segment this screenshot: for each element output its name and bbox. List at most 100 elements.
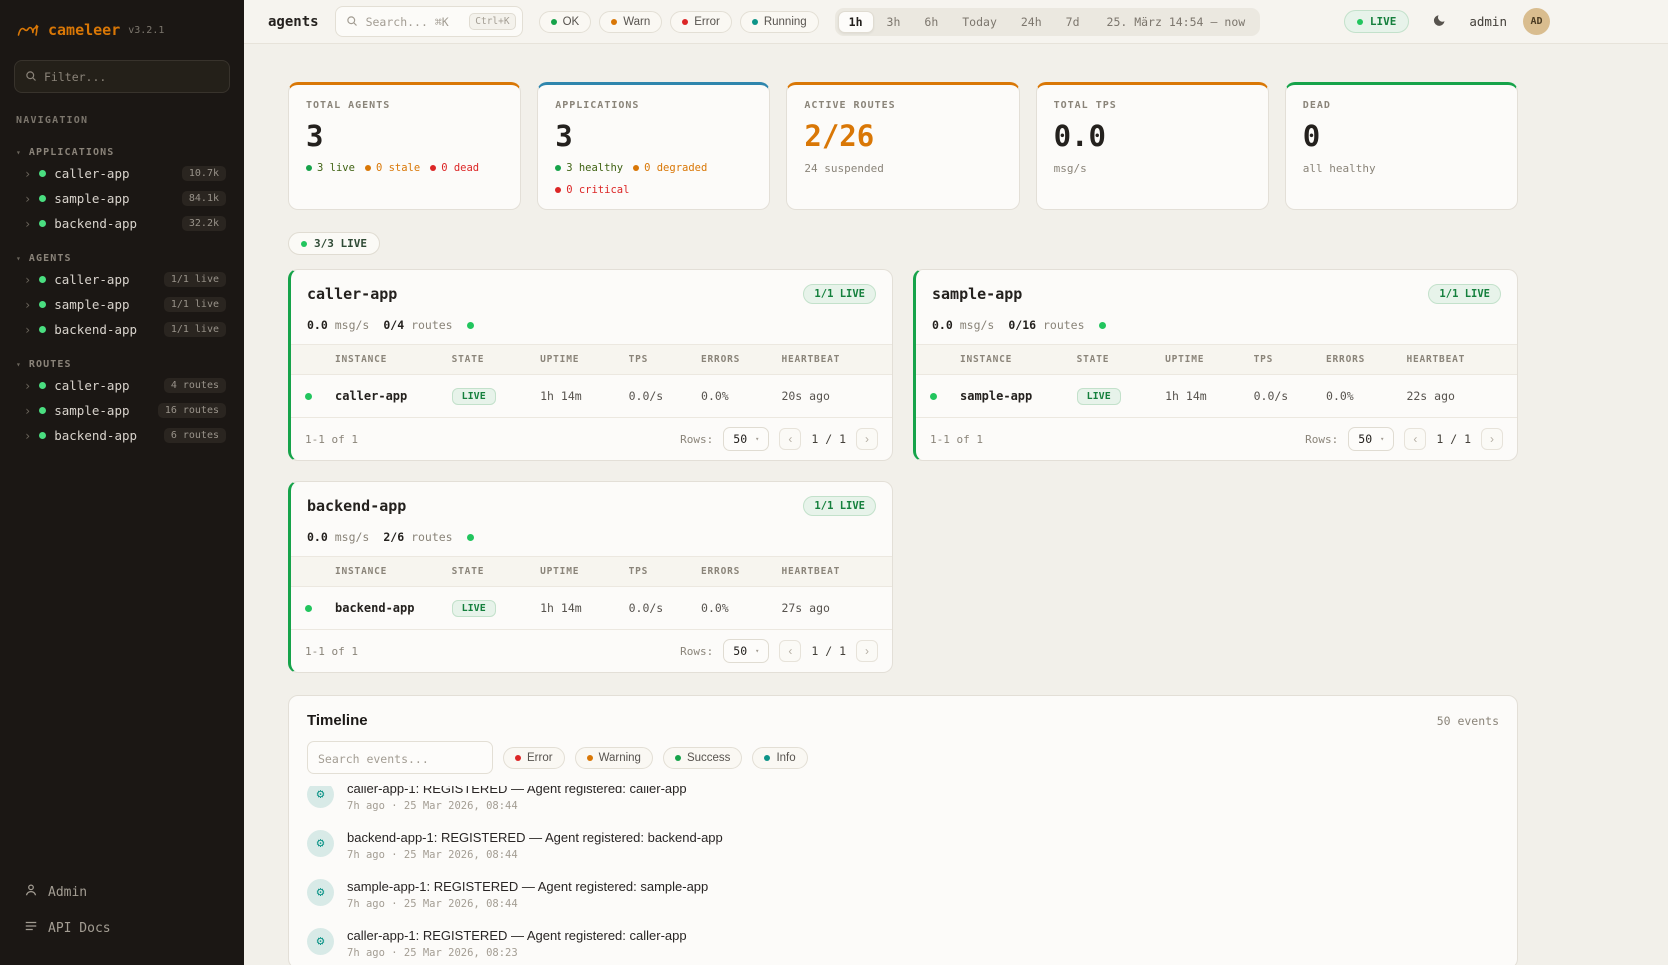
status-dot	[39, 220, 46, 227]
event-gear-icon: ⚙	[307, 928, 334, 955]
global-search[interactable]: Ctrl+K	[335, 6, 523, 37]
status-dot	[39, 301, 46, 308]
stat-card-total-agents: TOTAL AGENTS 3 3 live 0 stale 0 dead	[288, 82, 521, 210]
app-health-dot	[467, 534, 474, 541]
chevron-right-icon: ›	[24, 429, 31, 443]
event-title: caller-app-1: REGISTERED — Agent registe…	[347, 786, 687, 796]
instance-name: backend-app	[335, 601, 452, 615]
sidebar-item-label: sample-app	[54, 297, 129, 312]
top-bar: agents Ctrl+K OK Warn Error Ru	[244, 0, 1668, 44]
prev-page-button[interactable]: ‹	[779, 428, 801, 450]
sidebar-item-routes-caller-app[interactable]: › caller-app 4 routes	[14, 373, 230, 398]
section-header-agents[interactable]: ▾ AGENTS	[14, 250, 230, 267]
next-page-button[interactable]: ›	[856, 640, 878, 662]
timeline-event-count: 50 events	[1437, 714, 1499, 728]
sidebar-item-admin[interactable]: Admin	[18, 877, 226, 907]
timeline-chip-info[interactable]: Info	[752, 747, 807, 769]
sidebar-item-agents-backend-app[interactable]: › backend-app 1/1 live	[14, 317, 230, 342]
sidebar-filter[interactable]	[14, 60, 230, 93]
table-row[interactable]: caller-app LIVE 1h 14m 0.0/s 0.0% 20s ag…	[291, 375, 892, 417]
table-header: INSTANCESTATE UPTIMETPS ERRORSHEARTBEAT	[291, 557, 892, 587]
range-button-6h[interactable]: 6h	[913, 11, 949, 33]
dark-mode-toggle[interactable]	[1425, 8, 1453, 36]
stat-value: 2/26	[804, 119, 1001, 153]
range-button-7d[interactable]: 7d	[1055, 11, 1091, 33]
stat-label: ACTIVE ROUTES	[804, 100, 1001, 111]
app-stats-line: 0.0 msg/s 0/16 routes	[916, 314, 1517, 345]
sidebar-section-applications: ▾ APPLICATIONS › caller-app 10.7k › samp…	[14, 144, 230, 236]
filter-chip-error[interactable]: Error	[670, 11, 732, 33]
event-meta: 7h ago · 25 Mar 2026, 08:44	[347, 898, 708, 910]
table-row[interactable]: sample-app LIVE 1h 14m 0.0/s 0.0% 22s ag…	[916, 375, 1517, 417]
error-status-dot	[682, 19, 688, 25]
rows-per-page-select[interactable]: 50▾	[723, 639, 769, 663]
app-logo: cameleer v3.2.1	[14, 14, 230, 44]
search-shortcut-kbd: Ctrl+K	[469, 13, 515, 30]
rows-per-page-select[interactable]: 50▾	[723, 427, 769, 451]
app-live-badge: 1/1 LIVE	[803, 284, 876, 304]
sidebar-item-agents-sample-app[interactable]: › sample-app 1/1 live	[14, 292, 230, 317]
range-button-3h[interactable]: 3h	[876, 11, 912, 33]
rows-per-page-select[interactable]: 50▾	[1348, 427, 1394, 451]
stat-detail-degraded: 0 degraded	[633, 162, 707, 174]
timeline-title: Timeline	[307, 712, 368, 729]
row-range: 1-1 of 1	[305, 433, 358, 446]
timeline-chip-error[interactable]: Error	[503, 747, 565, 769]
chevron-right-icon: ›	[24, 379, 31, 393]
timeline-search-input[interactable]	[318, 752, 482, 766]
stat-subtext: msg/s	[1054, 162, 1251, 175]
app-card-title: sample-app	[932, 285, 1022, 303]
stat-card-total-tps: TOTAL TPS 0.0 msg/s	[1036, 82, 1269, 210]
timeline-event[interactable]: ⚙ caller-app-1: REGISTERED — Agent regis…	[307, 786, 1499, 821]
table-row[interactable]: backend-app LIVE 1h 14m 0.0/s 0.0% 27s a…	[291, 587, 892, 629]
sidebar-item-applications-backend-app[interactable]: › backend-app 32.2k	[14, 211, 230, 236]
section-header-applications[interactable]: ▾ APPLICATIONS	[14, 144, 230, 161]
section-header-routes[interactable]: ▾ ROUTES	[14, 356, 230, 373]
warning-dot	[587, 755, 593, 761]
range-button-today[interactable]: Today	[951, 11, 1008, 33]
avatar[interactable]: AD	[1523, 8, 1550, 35]
filter-chip-warn[interactable]: Warn	[599, 11, 662, 33]
sidebar-filter-input[interactable]	[44, 70, 219, 84]
prev-page-button[interactable]: ‹	[1404, 428, 1426, 450]
sidebar-item-applications-caller-app[interactable]: › caller-app 10.7k	[14, 161, 230, 186]
tps-cell: 0.0/s	[1254, 389, 1326, 403]
range-button-1h[interactable]: 1h	[838, 11, 874, 33]
next-page-button[interactable]: ›	[856, 428, 878, 450]
green-dot	[306, 165, 312, 171]
prev-page-button[interactable]: ‹	[779, 640, 801, 662]
chevron-down-icon: ▾	[16, 148, 22, 157]
app-card-header: sample-app 1/1 LIVE	[916, 270, 1517, 314]
sidebar-item-badge: 1/1 live	[164, 322, 226, 337]
app-card-sample-app: sample-app 1/1 LIVE 0.0 msg/s 0/16 route…	[913, 269, 1518, 461]
filter-chip-ok[interactable]: OK	[539, 11, 592, 33]
timeline-event[interactable]: ⚙ caller-app-1: REGISTERED — Agent regis…	[307, 919, 1499, 965]
chip-label: OK	[563, 16, 580, 28]
timeline-event[interactable]: ⚙ backend-app-1: REGISTERED — Agent regi…	[307, 821, 1499, 870]
stat-details: 3 live 0 stale 0 dead	[306, 162, 503, 174]
sidebar-item-routes-backend-app[interactable]: › backend-app 6 routes	[14, 423, 230, 448]
app-cards-grid: caller-app 1/1 LIVE 0.0 msg/s 0/4 routes…	[288, 269, 1518, 673]
sidebar: cameleer v3.2.1 NAVIGATION ▾ APPLICATION…	[0, 0, 244, 965]
timeline-events-list[interactable]: ⚙ caller-app-1: REGISTERED — Agent regis…	[289, 786, 1517, 965]
event-title: caller-app-1: REGISTERED — Agent registe…	[347, 928, 687, 943]
range-button-24h[interactable]: 24h	[1010, 11, 1053, 33]
rows-label: Rows:	[680, 433, 713, 446]
timeline-search[interactable]	[307, 741, 493, 774]
next-page-button[interactable]: ›	[1481, 428, 1503, 450]
app-live-badge: 1/1 LIVE	[803, 496, 876, 516]
filter-chip-running[interactable]: Running	[740, 11, 819, 33]
global-search-input[interactable]	[366, 15, 462, 29]
sidebar-item-api-docs[interactable]: API Docs	[18, 913, 226, 943]
timeline-event[interactable]: ⚙ sample-app-1: REGISTERED — Agent regis…	[307, 870, 1499, 919]
sidebar-item-applications-sample-app[interactable]: › sample-app 84.1k	[14, 186, 230, 211]
sidebar-item-routes-sample-app[interactable]: › sample-app 16 routes	[14, 398, 230, 423]
sidebar-item-label: caller-app	[54, 272, 129, 287]
ok-status-dot	[551, 19, 557, 25]
sidebar-item-label: sample-app	[54, 191, 129, 206]
sidebar-item-agents-caller-app[interactable]: › caller-app 1/1 live	[14, 267, 230, 292]
instance-status-dot	[305, 605, 312, 612]
timeline-chip-warning[interactable]: Warning	[575, 747, 653, 769]
error-dot	[515, 755, 521, 761]
timeline-chip-success[interactable]: Success	[663, 747, 742, 769]
